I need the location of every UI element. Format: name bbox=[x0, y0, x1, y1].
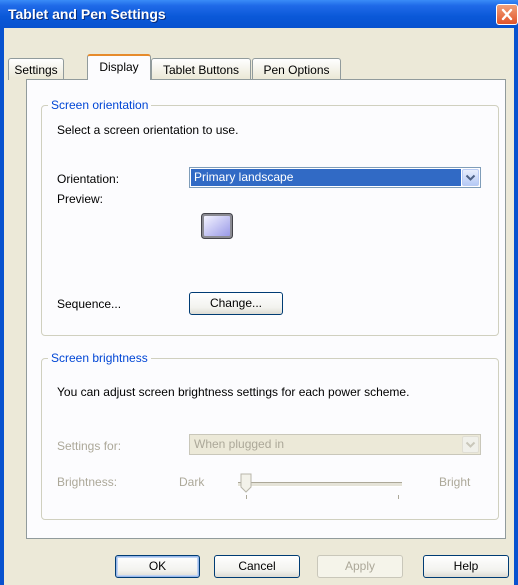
sequence-label: Sequence... bbox=[57, 297, 122, 311]
screen-orientation-group: Screen orientation Select a screen orien… bbox=[41, 98, 499, 336]
orientation-select-value: Primary landscape bbox=[191, 169, 461, 186]
change-button[interactable]: Change... bbox=[189, 292, 283, 315]
screen-brightness-legend: Screen brightness bbox=[48, 351, 151, 365]
orientation-label: Orientation: bbox=[57, 172, 120, 186]
bright-label: Bright bbox=[439, 475, 471, 489]
cancel-button[interactable]: Cancel bbox=[214, 555, 300, 578]
close-icon bbox=[501, 8, 513, 21]
close-button[interactable] bbox=[496, 4, 518, 25]
tab-pen-options[interactable]: Pen Options bbox=[252, 58, 341, 80]
title-bar[interactable]: Tablet and Pen Settings bbox=[0, 0, 518, 28]
preview-label: Preview: bbox=[57, 192, 104, 206]
apply-button[interactable]: Apply bbox=[317, 555, 403, 578]
tab-display[interactable]: Display bbox=[87, 54, 151, 80]
tab-label: Pen Options bbox=[263, 63, 330, 77]
screen-brightness-group: Screen brightness You can adjust screen … bbox=[41, 351, 499, 520]
orientation-dropdown-button[interactable] bbox=[462, 169, 479, 186]
dialog-client-area: Settings Display Tablet Buttons Pen Opti… bbox=[4, 28, 514, 585]
dark-label: Dark bbox=[179, 475, 205, 489]
power-scheme-select[interactable]: When plugged in bbox=[189, 434, 481, 455]
help-button[interactable]: Help bbox=[423, 555, 509, 578]
brightness-label: Brightness: bbox=[57, 475, 118, 489]
tab-label: Display bbox=[99, 60, 139, 74]
chevron-down-icon bbox=[465, 174, 476, 181]
brightness-slider-track bbox=[238, 482, 402, 487]
power-scheme-select-value: When plugged in bbox=[194, 437, 285, 451]
tab-label: Tablet Buttons bbox=[162, 63, 240, 77]
orientation-select[interactable]: Primary landscape bbox=[189, 167, 481, 188]
orientation-description: Select a screen orientation to use. bbox=[57, 123, 239, 137]
monitor-preview-icon bbox=[201, 213, 233, 239]
window-title: Tablet and Pen Settings bbox=[8, 6, 166, 22]
screen-orientation-legend: Screen orientation bbox=[48, 98, 152, 112]
slider-thumb-icon[interactable] bbox=[240, 473, 252, 493]
window-frame-right bbox=[514, 28, 518, 585]
tab-tablet-buttons[interactable]: Tablet Buttons bbox=[151, 58, 251, 80]
settings-for-label: Settings for: bbox=[57, 439, 122, 453]
display-tab-panel: Screen orientation Select a screen orien… bbox=[26, 79, 506, 539]
tab-settings[interactable]: Settings bbox=[8, 58, 64, 80]
tablet-pen-settings-window: Tablet and Pen Settings Settings Display… bbox=[0, 0, 518, 585]
chevron-down-icon bbox=[465, 441, 476, 448]
slider-tick bbox=[398, 495, 399, 499]
tab-label: Settings bbox=[14, 63, 58, 77]
ok-button[interactable]: OK bbox=[115, 555, 200, 578]
power-scheme-dropdown-button[interactable] bbox=[462, 436, 479, 453]
brightness-description: You can adjust screen brightness setting… bbox=[57, 385, 410, 399]
slider-tick bbox=[246, 495, 247, 499]
brightness-slider[interactable] bbox=[238, 469, 406, 501]
